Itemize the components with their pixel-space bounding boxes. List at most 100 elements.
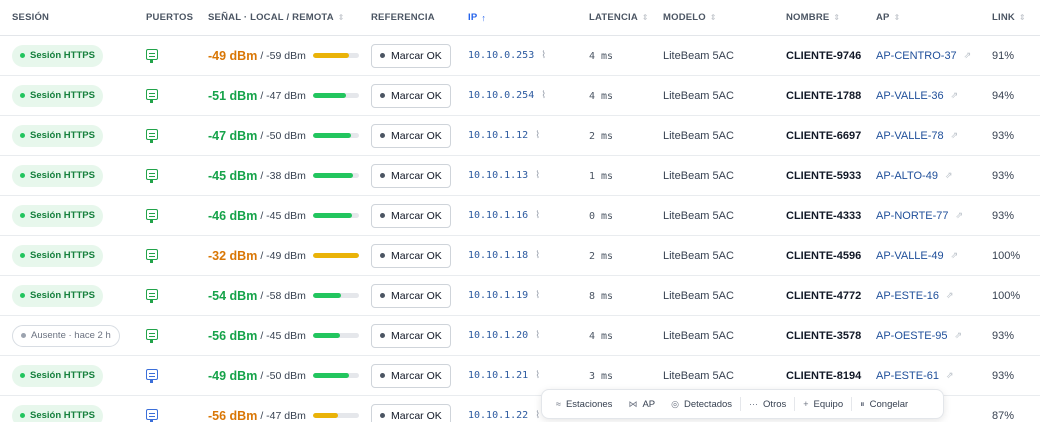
ap-link[interactable]: AP-NORTE-77 ⇗ [876,210,963,222]
signal-local: -56 dBm [208,328,258,343]
table-row[interactable]: Sesión HTTPS -51 dBm / -47 dBm Marcar OK 10.… [0,76,1040,116]
ap-link[interactable]: AP-VALLE-36 ⇗ [876,90,958,102]
ap-link[interactable]: AP-ESTE-16 ⇗ [876,290,954,302]
ethernet-port-icon[interactable] [146,248,158,263]
mark-ok-button[interactable]: Marcar OK [371,363,451,388]
ip-address[interactable]: 10.10.1.13 ⌇ [468,170,540,181]
toolbar-more-button[interactable]: ··· Otros [741,399,794,410]
activity-icon: ⌇ [535,410,541,421]
header-session[interactable]: SESIÓN [12,12,49,23]
session-badge[interactable]: Sesión HTTPS [12,164,103,187]
table-row[interactable]: Sesión HTTPS -45 dBm / -38 dBm Marcar OK 10.… [0,156,1040,196]
ethernet-port-icon[interactable] [146,288,158,303]
external-link-icon: ⇗ [950,250,959,260]
header-link[interactable]: LINK ⇕ [992,12,1026,23]
table-row[interactable]: Sesión HTTPS -54 dBm / -58 dBm Marcar OK 10.… [0,276,1040,316]
mark-ok-button[interactable]: Marcar OK [371,283,451,308]
ip-address[interactable]: 10.10.1.19 ⌇ [468,290,540,301]
dot-icon [380,373,385,378]
ethernet-port-icon[interactable] [146,328,158,343]
device-model: LiteBeam 5AC [663,249,734,262]
ip-address[interactable]: 10.10.1.20 ⌇ [468,330,540,341]
header-ports[interactable]: PUERTOS [146,12,193,23]
session-badge[interactable]: Ausente · hace 2 h [12,324,120,347]
ap-link[interactable]: AP-CENTRO-37 ⇗ [876,50,971,62]
link-quality: 93% [992,129,1015,142]
stations-table: SESIÓN PUERTOS SEÑAL · LOCAL / REMOTA ⇕ R… [0,0,1040,422]
signal-remote: / -50 dBm [260,369,306,382]
dot-icon [380,53,385,58]
session-badge[interactable]: Sesión HTTPS [12,84,103,107]
link-quality: 100% [992,249,1021,262]
ip-address[interactable]: 10.10.0.254 ⌇ [468,90,546,101]
link-quality: 100% [992,289,1021,302]
header-ap[interactable]: AP ⇕ [876,12,901,23]
session-badge[interactable]: Sesión HTTPS [12,404,103,422]
signal-bar [312,133,359,138]
signal-bar [312,173,359,178]
session-badge[interactable]: Sesión HTTPS [12,124,103,147]
toolbar-stations-button[interactable]: ≈ Estaciones [548,399,620,410]
toolbar-label: Otros [763,398,787,410]
toolbar-ap-button[interactable]: ⋈ AP [620,399,663,410]
mark-ok-button[interactable]: Marcar OK [371,163,451,188]
session-badge[interactable]: Sesión HTTPS [12,204,103,227]
device-model: LiteBeam 5AC [663,209,734,222]
session-badge[interactable]: Sesión HTTPS [12,364,103,387]
toolbar-pause-button[interactable]: ⏸ Congelar [852,399,916,410]
ip-address[interactable]: 10.10.1.22 ⌇ [468,410,540,421]
device-name: CLIENTE-1788 [786,89,862,102]
header-reference[interactable]: REFERENCIA [371,12,435,23]
mark-ok-button[interactable]: Marcar OK [371,203,451,228]
link-quality: 93% [992,329,1015,342]
mark-ok-button[interactable]: Marcar OK [371,83,451,108]
table-row[interactable]: Sesión HTTPS -49 dBm / -59 dBm Marcar OK 10.… [0,36,1040,76]
ethernet-port-icon[interactable] [146,208,158,223]
header-name[interactable]: NOMBRE ⇕ [786,12,840,23]
ethernet-port-icon[interactable] [146,368,158,383]
header-model[interactable]: MODELO ⇕ [663,12,717,23]
device-name: CLIENTE-8194 [786,369,862,382]
session-badge[interactable]: Sesión HTTPS [12,284,103,307]
mark-ok-button[interactable]: Marcar OK [371,403,451,422]
ap-link[interactable]: AP-VALLE-49 ⇗ [876,250,958,262]
mark-ok-button[interactable]: Marcar OK [371,243,451,268]
ethernet-port-icon[interactable] [146,88,158,103]
table-row[interactable]: Sesión HTTPS -47 dBm / -50 dBm Marcar OK 10.… [0,116,1040,156]
ip-address[interactable]: 10.10.1.18 ⌇ [468,250,540,261]
ap-link[interactable]: AP-OESTE-95 ⇗ [876,330,962,342]
table-row[interactable]: Ausente · hace 2 h -56 dBm / -45 dBm Marcar… [0,316,1040,356]
mark-ok-button[interactable]: Marcar OK [371,43,451,68]
ethernet-port-icon[interactable] [146,408,158,422]
header-signal[interactable]: SEÑAL · LOCAL / REMOTA ⇕ [208,12,345,23]
ethernet-port-icon[interactable] [146,128,158,143]
detected-icon: ◎ [671,398,679,409]
ap-link[interactable]: AP-ALTO-49 ⇗ [876,170,953,182]
mark-ok-button[interactable]: Marcar OK [371,123,451,148]
toolbar-add-button[interactable]: + Equipo [795,399,851,410]
signal-remote: / -38 dBm [260,169,306,182]
table-row[interactable]: Sesión HTTPS -46 dBm / -45 dBm Marcar OK 10.… [0,196,1040,236]
header-ip[interactable]: IP ↑ [468,12,486,23]
ap-link[interactable]: AP-ESTE-61 ⇗ [876,370,954,382]
ap-link[interactable]: AP-VALLE-78 ⇗ [876,130,958,142]
table-row[interactable]: Sesión HTTPS -32 dBm / -49 dBm Marcar OK 10.… [0,236,1040,276]
toolbar-detected-button[interactable]: ◎ Detectados [663,399,740,410]
ethernet-port-icon[interactable] [146,48,158,63]
ip-address[interactable]: 10.10.1.12 ⌇ [468,130,540,141]
status-dot-icon [21,333,26,338]
floating-toolbar: ≈ Estaciones ⋈ AP ◎ Detectados ··· Otros + Equipo… [541,389,944,419]
mark-ok-button[interactable]: Marcar OK [371,323,451,348]
signal-bar [312,373,359,378]
ip-address[interactable]: 10.10.1.21 ⌇ [468,370,540,381]
header-latency[interactable]: LATENCIA ⇕ [589,12,649,23]
latency-value: 4 ms [589,90,614,102]
external-link-icon: ⇗ [950,90,959,100]
session-badge[interactable]: Sesión HTTPS [12,244,103,267]
ethernet-port-icon[interactable] [146,168,158,183]
signal-remote: / -47 dBm [260,89,306,102]
signal-cell: -32 dBm / -49 dBm [208,249,359,263]
ip-address[interactable]: 10.10.0.253 ⌇ [468,50,546,61]
session-badge[interactable]: Sesión HTTPS [12,44,103,67]
ip-address[interactable]: 10.10.1.16 ⌇ [468,210,540,221]
